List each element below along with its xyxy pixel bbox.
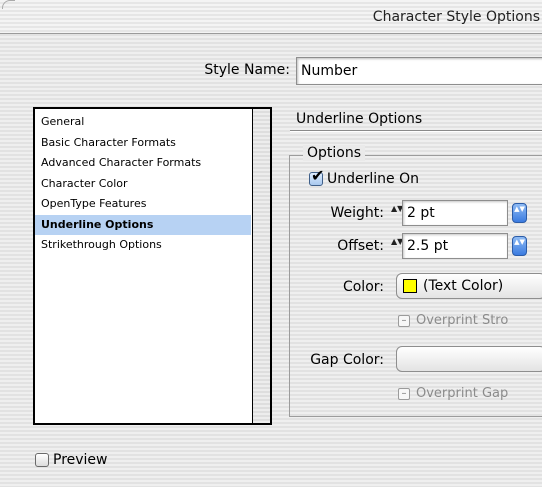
underline-on-label: Underline On (327, 171, 419, 187)
gap-color-label: Gap Color: (310, 352, 384, 368)
sidebar-item-basic-character-formats[interactable]: Basic Character Formats (35, 133, 251, 154)
offset-label: Offset: (337, 238, 384, 254)
overprint-stroke-label: Overprint Stro (416, 313, 509, 328)
list-scrollbar[interactable] (252, 109, 270, 423)
section-divider (290, 130, 542, 132)
section-heading: Underline Options (296, 111, 423, 127)
color-dropdown[interactable]: (Text Color) (396, 273, 542, 299)
window-corner (2, 0, 15, 9)
sidebar-item-character-color[interactable]: Character Color (35, 174, 251, 195)
options-group-label: Options (303, 145, 366, 161)
preview-checkbox[interactable] (35, 453, 49, 467)
window-title: Character Style Options (372, 9, 540, 25)
weight-input[interactable]: 2 pt (402, 200, 508, 226)
sidebar-item-opentype-features[interactable]: OpenType Features (35, 194, 251, 215)
weight-stepper-icon[interactable]: ▲▼ (391, 203, 403, 225)
category-list[interactable]: General Basic Character Formats Advanced… (33, 107, 272, 425)
overprint-gap-label: Overprint Gap (416, 386, 509, 401)
checkmark-icon: ✔ (311, 166, 325, 185)
color-swatch-icon (403, 279, 417, 293)
weight-label: Weight: (330, 205, 385, 221)
gap-color-dropdown[interactable] (396, 346, 542, 372)
color-label: Color: (342, 279, 384, 295)
underline-on-checkbox[interactable]: ✔ (309, 167, 324, 186)
weight-dropdown-icon[interactable]: ▲▼ (512, 203, 527, 223)
sidebar-item-strikethrough-options[interactable]: Strikethrough Options (35, 235, 251, 256)
overprint-gap-checkbox[interactable]: – (398, 388, 410, 400)
offset-dropdown-icon[interactable]: ▲▼ (512, 236, 527, 256)
preview-label: Preview (53, 452, 108, 468)
overprint-stroke-checkbox[interactable]: – (398, 315, 410, 327)
style-name-label: Style Name: (204, 62, 290, 78)
sidebar-item-general[interactable]: General (35, 112, 251, 133)
offset-stepper-icon[interactable]: ▲▼ (391, 236, 403, 258)
offset-input[interactable]: 2.5 pt (402, 233, 508, 259)
style-name-input[interactable]: Number (296, 57, 542, 85)
sidebar-item-underline-options[interactable]: Underline Options (35, 214, 251, 235)
color-value: (Text Color) (423, 278, 504, 294)
sidebar-item-advanced-character-formats[interactable]: Advanced Character Formats (35, 153, 251, 174)
